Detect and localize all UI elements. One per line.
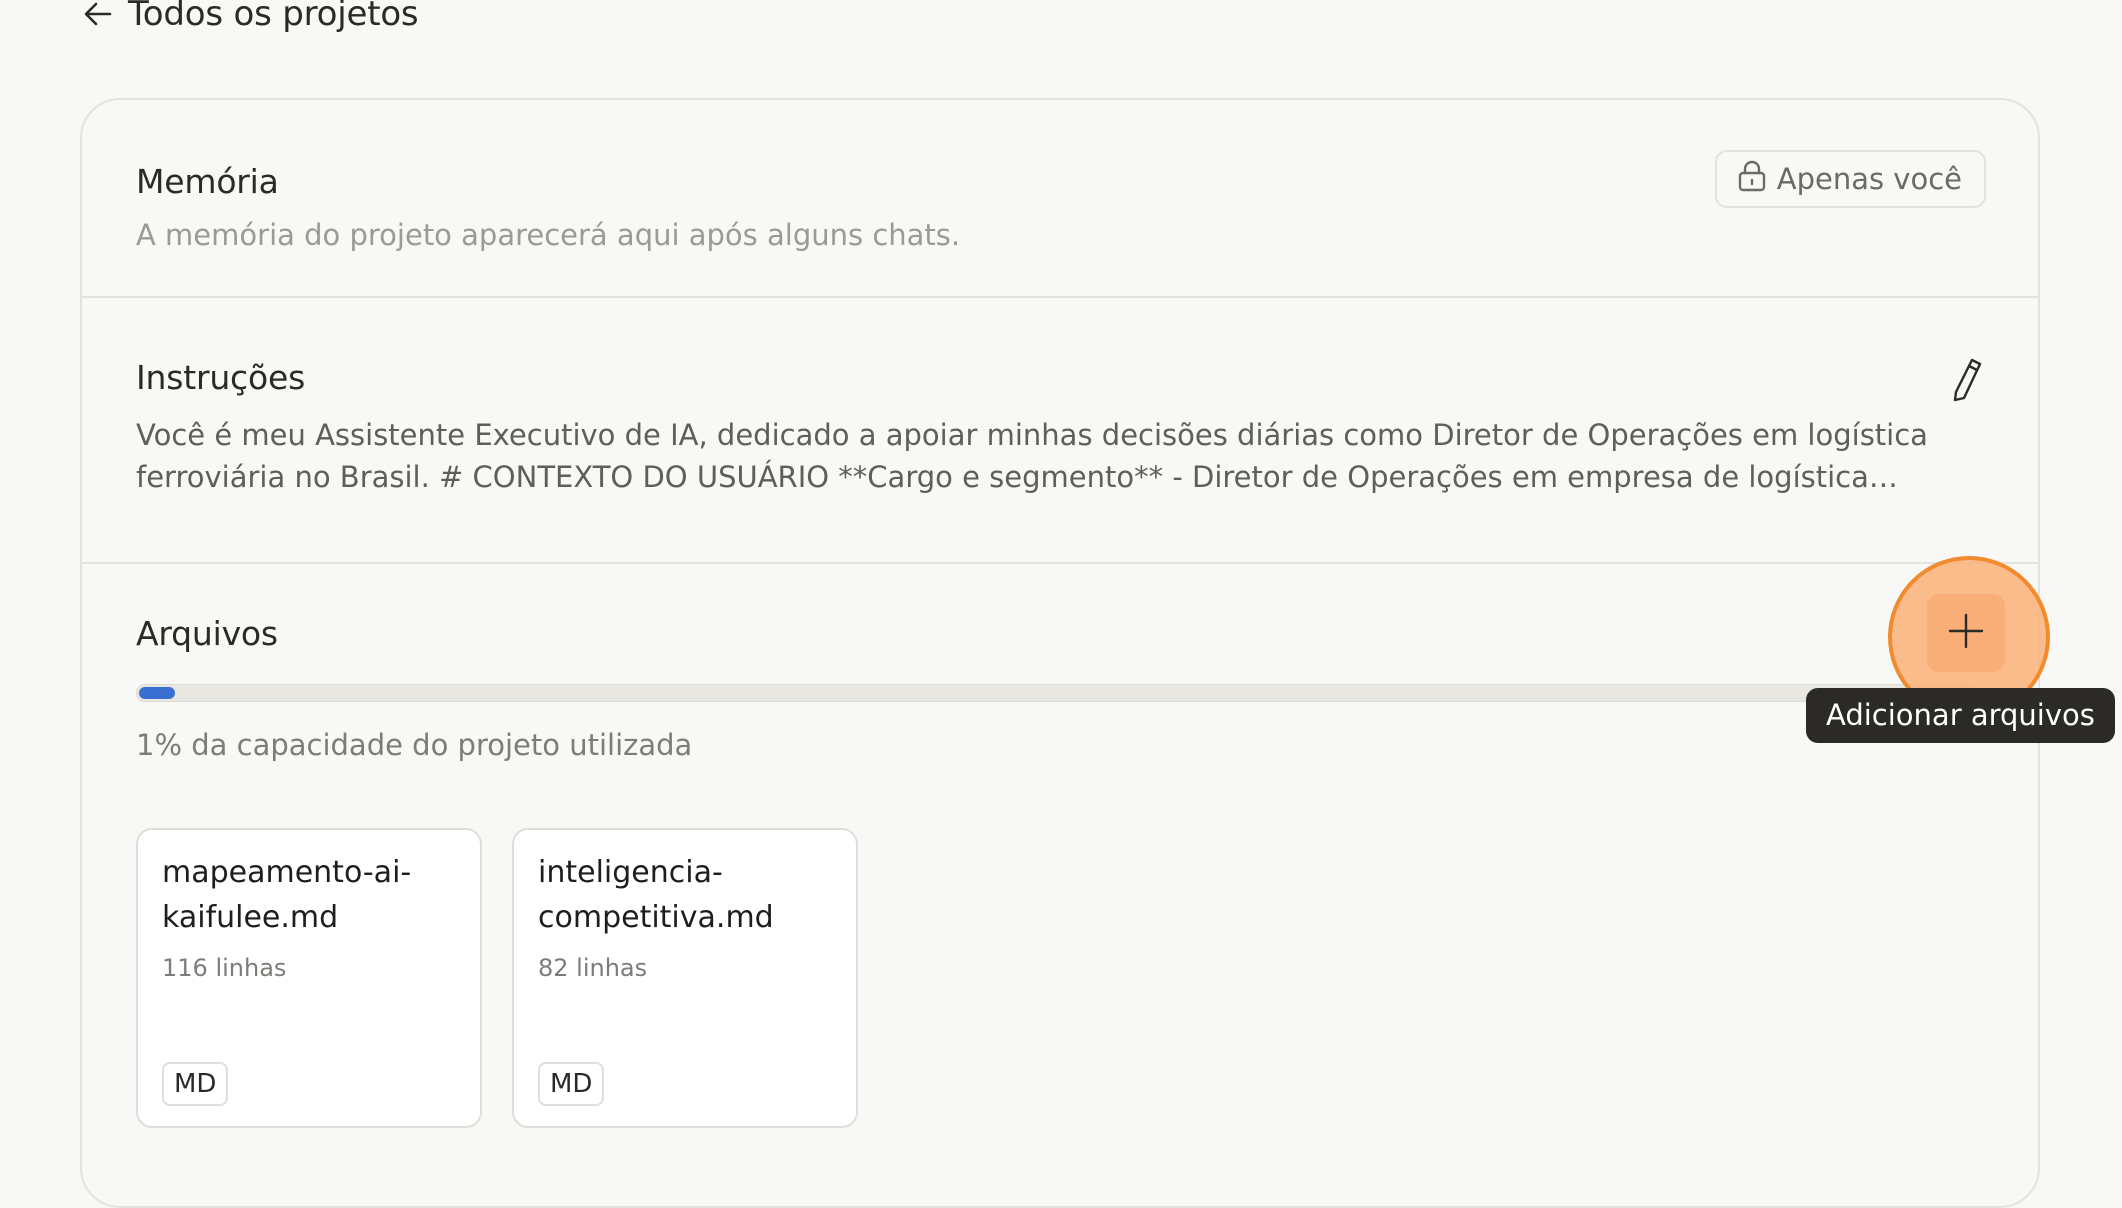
file-line-count: 82 linhas (538, 954, 648, 982)
capacity-progress-bar (136, 684, 1976, 702)
plus-icon (1946, 611, 1986, 655)
pencil-icon (1946, 358, 1986, 408)
add-files-button[interactable] (1927, 594, 2005, 672)
lock-icon (1737, 159, 1767, 200)
file-type-badge: MD (162, 1062, 229, 1106)
back-link-label: Todos os projetos (128, 0, 419, 34)
file-card[interactable]: inteligencia-competitiva.md 82 linhas MD (512, 828, 858, 1128)
file-card[interactable]: mapeamento-ai-kaifulee.md 116 linhas MD (136, 828, 482, 1128)
memory-title: Memória (136, 162, 279, 201)
capacity-text: 1% da capacidade do projeto utilizada (136, 728, 693, 762)
memory-subtitle: A memória do projeto aparecerá aqui após… (136, 218, 961, 252)
back-to-all-projects-link[interactable]: Todos os projetos (82, 0, 419, 34)
instructions-text: Você é meu Assistente Executivo de IA, d… (136, 418, 1928, 494)
project-details-panel: Memória A memória do projeto aparecerá a… (80, 98, 2040, 1208)
capacity-progress-fill (139, 687, 175, 699)
arrow-left-icon (82, 0, 114, 30)
file-name: mapeamento-ai-kaifulee.md (162, 855, 412, 935)
visibility-button[interactable]: Apenas você (1714, 150, 1986, 208)
section-divider (82, 562, 2038, 564)
file-line-count: 116 linhas (162, 954, 287, 982)
file-type-badge: MD (538, 1062, 605, 1106)
edit-instructions-button[interactable] (1946, 356, 1986, 404)
file-name: inteligencia-competitiva.md (538, 855, 774, 935)
instructions-title: Instruções (136, 358, 306, 397)
files-title: Arquivos (136, 614, 278, 653)
add-files-tooltip: Adicionar arquivos (1806, 688, 2115, 743)
section-divider (82, 296, 2038, 298)
visibility-label: Apenas você (1776, 162, 1962, 196)
